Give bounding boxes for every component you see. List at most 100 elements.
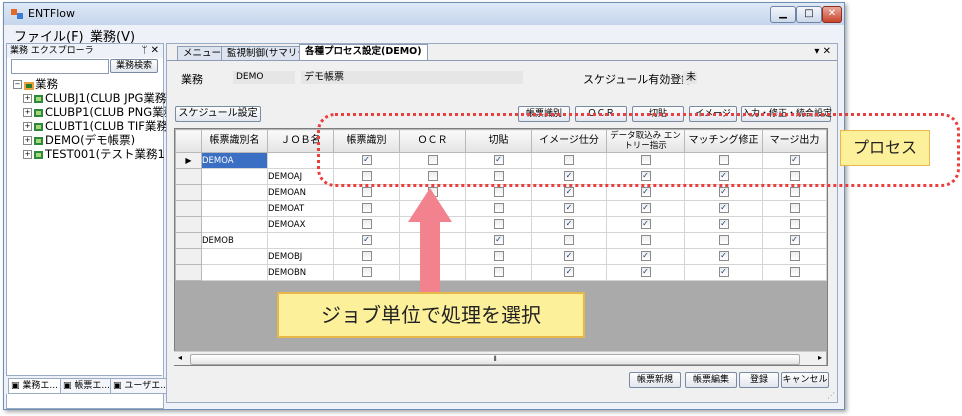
- tab-form-explorer[interactable]: ▣ 帳票エ...: [60, 378, 113, 394]
- horizontal-scrollbar[interactable]: ◂ ⦀ ▸: [174, 351, 826, 365]
- unchecked-checkbox[interactable]: [493, 219, 504, 230]
- new-form-button[interactable]: 帳票新規: [629, 372, 681, 388]
- tree-item[interactable]: + TEST001(テスト業務1): [23, 146, 169, 161]
- close-button[interactable]: ✕: [822, 6, 842, 23]
- scroll-right-icon[interactable]: ▸: [818, 353, 822, 362]
- row-header[interactable]: ▶: [175, 152, 202, 169]
- expand-icon[interactable]: +: [23, 136, 32, 145]
- form-id-cell[interactable]: [201, 248, 268, 265]
- check-cell: ✓: [606, 216, 685, 233]
- row-header[interactable]: [175, 168, 202, 185]
- checked-checkbox[interactable]: ✓: [564, 203, 574, 214]
- form-id-cell[interactable]: DEMOA: [201, 152, 268, 169]
- business-search-button[interactable]: 業務検索: [110, 59, 158, 73]
- unchecked-checkbox[interactable]: [361, 219, 372, 230]
- row-header[interactable]: [175, 184, 202, 201]
- unchecked-checkbox[interactable]: [493, 187, 504, 198]
- job-name-cell[interactable]: DEMOAN: [267, 184, 334, 201]
- tree-item[interactable]: + CLUBJ1(CLUB JPG業務): [23, 90, 171, 105]
- table-row[interactable]: DEMOBJ ✓ ✓ ✓: [175, 248, 827, 265]
- form-id-cell[interactable]: DEMOB: [201, 232, 268, 249]
- form-id-cell[interactable]: [201, 184, 268, 201]
- tree-item[interactable]: + DEMO(デモ帳票): [23, 132, 135, 147]
- unchecked-checkbox[interactable]: [493, 267, 504, 278]
- unchecked-checkbox[interactable]: [789, 219, 800, 230]
- job-name-cell[interactable]: DEMOBJ: [267, 248, 334, 265]
- checked-checkbox[interactable]: ✓: [564, 219, 574, 230]
- tree-item[interactable]: + CLUBP1(CLUB PNG業務): [23, 104, 180, 119]
- register-button[interactable]: 登録: [739, 372, 779, 388]
- job-name-cell[interactable]: DEMOAX: [267, 216, 334, 233]
- expand-icon[interactable]: +: [23, 108, 32, 117]
- checked-checkbox[interactable]: ✓: [564, 187, 574, 198]
- schedule-settings-button[interactable]: スケジュール設定: [175, 106, 261, 122]
- checked-checkbox[interactable]: ✓: [718, 219, 729, 230]
- checked-checkbox[interactable]: ✓: [564, 251, 574, 262]
- unchecked-checkbox[interactable]: [718, 235, 729, 246]
- form-id-cell[interactable]: [201, 168, 268, 185]
- form-id-cell[interactable]: [201, 200, 268, 217]
- maximize-button[interactable]: □: [796, 6, 822, 23]
- table-row[interactable]: DEMOBN ✓ ✓ ✓: [175, 264, 827, 281]
- job-name-cell[interactable]: [267, 232, 334, 249]
- expand-icon[interactable]: +: [23, 122, 32, 131]
- col-form-id-name[interactable]: 帳票識別名: [201, 129, 268, 153]
- tab-process-settings[interactable]: 各種プロセス設定(DEMO): [299, 44, 428, 61]
- checked-checkbox[interactable]: ✓: [640, 267, 651, 278]
- unchecked-checkbox[interactable]: [640, 235, 651, 246]
- checked-checkbox[interactable]: ✓: [564, 267, 574, 278]
- checked-checkbox[interactable]: ✓: [718, 251, 729, 262]
- job-name-cell[interactable]: DEMOBN: [267, 264, 334, 281]
- edit-form-button[interactable]: 帳票編集: [685, 372, 737, 388]
- expand-icon[interactable]: +: [23, 150, 32, 159]
- checked-checkbox[interactable]: ✓: [789, 235, 800, 246]
- checked-checkbox[interactable]: ✓: [640, 251, 651, 262]
- checked-checkbox[interactable]: ✓: [718, 203, 729, 214]
- resize-grip-icon[interactable]: ⋰: [827, 391, 835, 400]
- expand-icon[interactable]: +: [23, 94, 32, 103]
- business-search-input[interactable]: [11, 59, 109, 74]
- checked-checkbox[interactable]: ✓: [361, 235, 372, 246]
- checked-checkbox[interactable]: ✓: [640, 219, 651, 230]
- unchecked-checkbox[interactable]: [789, 267, 800, 278]
- table-row[interactable]: DEMOAX ✓ ✓ ✓: [175, 216, 827, 233]
- unchecked-checkbox[interactable]: [564, 235, 574, 246]
- unchecked-checkbox[interactable]: [789, 251, 800, 262]
- tab-menu[interactable]: メニュー: [177, 46, 228, 61]
- checked-checkbox[interactable]: ✓: [718, 187, 729, 198]
- tab-controls-icon[interactable]: ▾ ✕: [814, 46, 831, 57]
- collapse-icon[interactable]: −: [13, 80, 22, 89]
- unchecked-checkbox[interactable]: [361, 187, 372, 198]
- tree-item[interactable]: + CLUBT1(CLUB TIF業務): [23, 118, 172, 133]
- unchecked-checkbox[interactable]: [789, 203, 800, 214]
- checked-checkbox[interactable]: ✓: [640, 203, 651, 214]
- checked-checkbox[interactable]: ✓: [640, 187, 651, 198]
- row-header[interactable]: [175, 216, 202, 233]
- unchecked-checkbox[interactable]: [493, 203, 504, 214]
- unchecked-checkbox[interactable]: [493, 251, 504, 262]
- checked-checkbox[interactable]: ✓: [493, 235, 504, 246]
- unchecked-checkbox[interactable]: [361, 251, 372, 262]
- checked-checkbox[interactable]: ✓: [718, 267, 729, 278]
- minimize-button[interactable]: ▁: [770, 6, 796, 23]
- row-header[interactable]: [175, 264, 202, 281]
- pin-icon[interactable]: ᛘ ✕: [141, 44, 159, 58]
- form-id-cell[interactable]: [201, 216, 268, 233]
- tree-root[interactable]: − 業務: [13, 76, 58, 91]
- row-header[interactable]: [175, 232, 202, 249]
- row-header[interactable]: [175, 248, 202, 265]
- scroll-left-icon[interactable]: ◂: [178, 353, 182, 362]
- row-header[interactable]: [175, 200, 202, 217]
- form-id-cell[interactable]: [201, 264, 268, 281]
- unchecked-checkbox[interactable]: [789, 187, 800, 198]
- unchecked-checkbox[interactable]: [361, 203, 372, 214]
- scroll-thumb[interactable]: ⦀: [190, 354, 800, 365]
- job-name-cell[interactable]: DEMOAT: [267, 200, 334, 217]
- table-row[interactable]: DEMOB ✓ ✓ ✓: [175, 232, 827, 249]
- tab-business-explorer[interactable]: ▣ 業務エ...: [8, 378, 61, 394]
- unchecked-checkbox[interactable]: [361, 267, 372, 278]
- tab-user-explorer[interactable]: ▣ ユーザエ...: [110, 378, 172, 394]
- pane-title: 業務 エクスプローラ: [10, 46, 94, 56]
- cancel-button[interactable]: キャンセル: [781, 372, 829, 388]
- table-row[interactable]: DEMOAT ✓ ✓ ✓: [175, 200, 827, 217]
